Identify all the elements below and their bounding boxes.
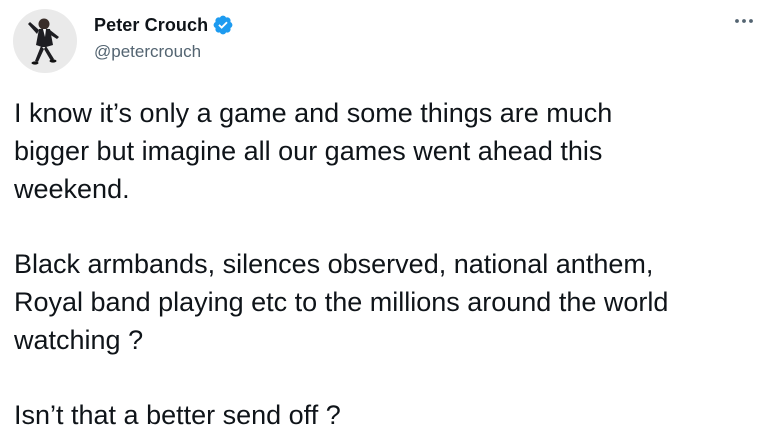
- tweet-line: bigger but imagine all our games went ah…: [14, 136, 603, 166]
- tweet-line: Black armbands, silences observed, natio…: [14, 249, 654, 279]
- tweet-card: Peter Crouch @petercrouch I know it’s on…: [0, 0, 768, 441]
- author-name-row[interactable]: Peter Crouch: [94, 13, 234, 37]
- author-handle[interactable]: @petercrouch: [94, 42, 234, 62]
- tweet-line: watching ?: [14, 325, 144, 355]
- more-icon[interactable]: [733, 10, 755, 32]
- author-display-name[interactable]: Peter Crouch: [94, 15, 208, 36]
- tweet-line: Isn’t that a better send off ?: [14, 400, 341, 430]
- user-info: Peter Crouch @petercrouch: [94, 13, 234, 62]
- verified-badge-icon: [212, 14, 234, 36]
- avatar[interactable]: [13, 9, 77, 73]
- tweet-line: weekend.: [14, 174, 130, 204]
- avatar-image: [13, 9, 77, 73]
- tweet-line: I know it’s only a game and some things …: [14, 98, 613, 128]
- tweet-text: I know it’s only a game and some things …: [14, 94, 762, 434]
- tweet-line: Royal band playing etc to the millions a…: [14, 287, 669, 317]
